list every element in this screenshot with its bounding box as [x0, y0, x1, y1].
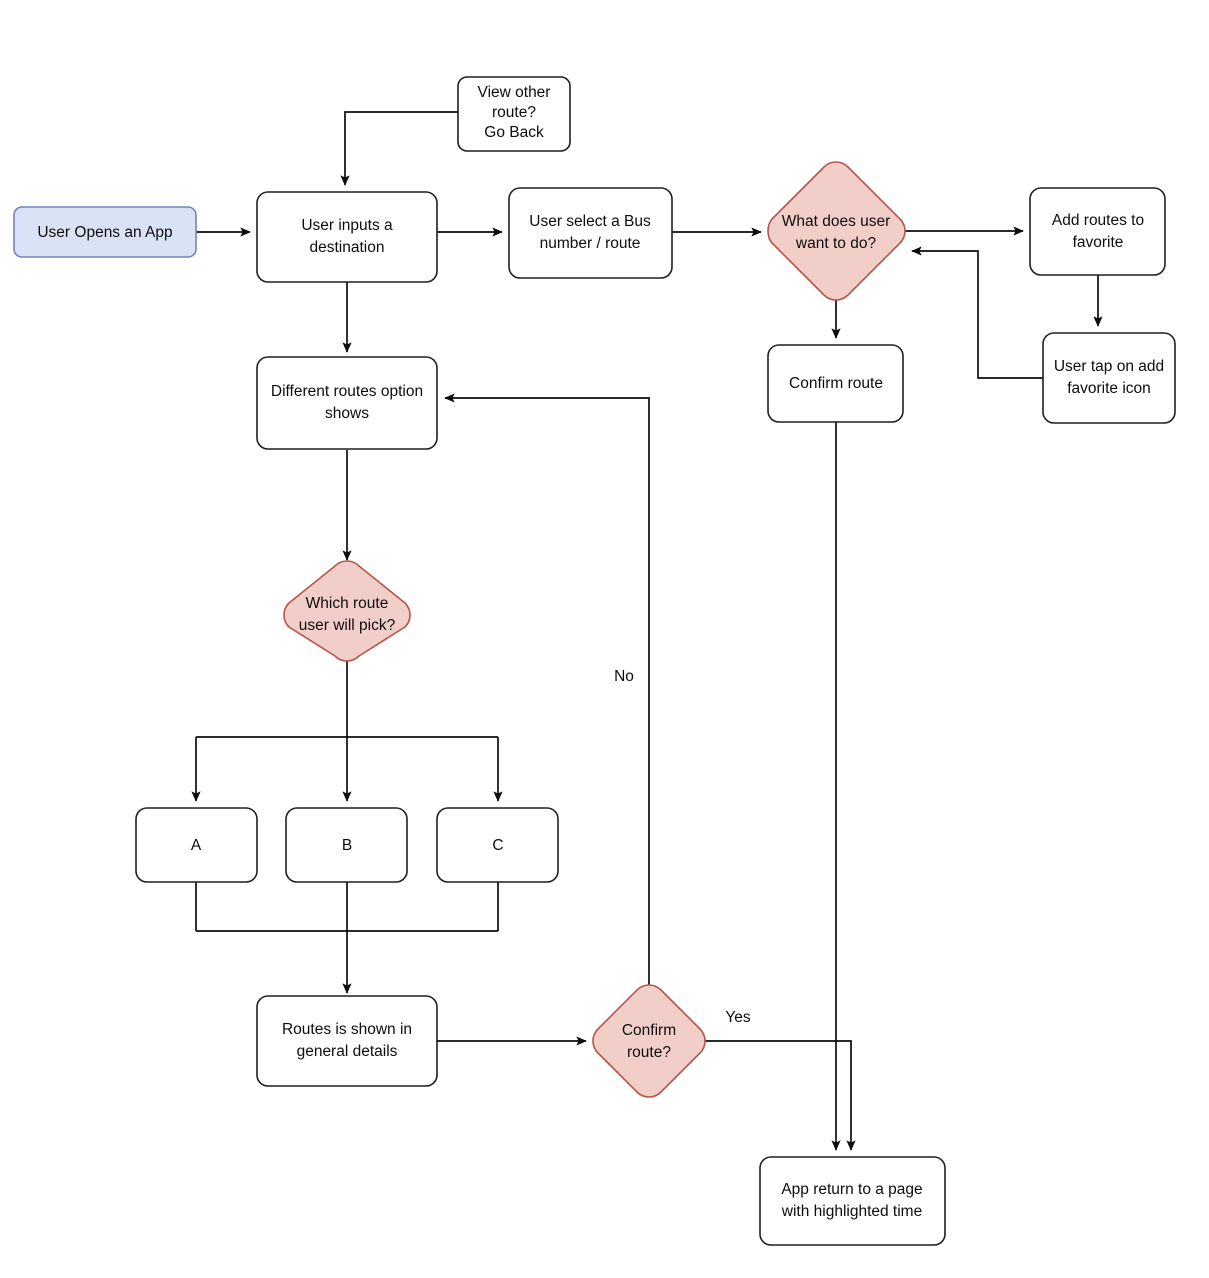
node-tap-favorite-icon[interactable]: User tap on add favorite icon [1042, 332, 1176, 424]
node-confirm-route-question[interactable]: Confirm route? [592, 984, 706, 1098]
node-which-route-pick-label-line-1: user will pick? [299, 617, 396, 634]
node-start[interactable]: User Opens an App [13, 206, 197, 258]
node-general-details-shape [256, 995, 438, 1087]
node-view-other-route-label-line-1: route? [492, 104, 536, 121]
node-general-details[interactable]: Routes is shown in general details [256, 995, 438, 1087]
node-confirm-route-label-line-0: Confirm route [789, 375, 883, 392]
node-add-routes-favorite-label-line-1: favorite [1073, 234, 1124, 251]
node-input-destination-shape [256, 191, 438, 283]
node-view-other-route-label-line-2: Go Back [484, 124, 544, 141]
node-tap-favorite-icon-label-line-0: User tap on add [1054, 358, 1164, 375]
flowchart-canvas: User Opens an App View other route? Go B… [0, 0, 1209, 1278]
node-general-details-label-line-1: general details [297, 1043, 398, 1060]
node-what-does-user-want-shape [767, 161, 906, 301]
node-what-does-user-want-label-line-1: want to do? [795, 235, 877, 252]
edge-label-yes: Yes [725, 1009, 751, 1026]
node-input-destination-label-line-1: destination [310, 239, 385, 256]
node-view-other-route-label-line-0: View other [478, 84, 551, 101]
edge-view-other-to-input-dest [340, 111, 458, 186]
node-input-destination-label-line-0: User inputs a [301, 217, 393, 234]
node-route-b-label: B [342, 837, 352, 854]
node-which-route-pick[interactable]: Which route user will pick? [283, 560, 411, 662]
edge-confirm-q-no-to-routes-option [444, 393, 650, 985]
edge-label-no: No [614, 668, 634, 685]
node-select-bus-shape [508, 187, 673, 279]
node-confirm-route-question-label-line-1: route? [627, 1044, 671, 1061]
node-route-b[interactable]: B [285, 807, 408, 883]
node-app-return-label-line-1: with highlighted time [781, 1203, 922, 1220]
node-route-a[interactable]: A [135, 807, 258, 883]
node-add-routes-favorite-label-line-0: Add routes to [1052, 212, 1144, 229]
node-select-bus[interactable]: User select a Bus number / route [508, 187, 673, 279]
node-general-details-label-line-0: Routes is shown in [282, 1021, 412, 1038]
node-add-routes-favorite-shape [1029, 187, 1166, 276]
node-view-other-route[interactable]: View other route? Go Back [457, 76, 571, 152]
node-what-does-user-want[interactable]: What does user want to do? [767, 161, 906, 301]
node-routes-option-shows-shape [256, 356, 438, 450]
node-select-bus-label-line-1: number / route [540, 235, 641, 252]
node-app-return-shape [759, 1156, 946, 1246]
node-add-routes-favorite[interactable]: Add routes to favorite [1029, 187, 1166, 276]
node-confirm-route[interactable]: Confirm route [767, 344, 904, 423]
node-confirm-route-question-shape [592, 984, 706, 1098]
node-what-does-user-want-label-line-0: What does user [782, 213, 891, 230]
edge-tap-fav-to-what-do [911, 246, 1043, 379]
node-routes-option-shows[interactable]: Different routes option shows [256, 356, 438, 450]
node-input-destination[interactable]: User inputs a destination [256, 191, 438, 283]
node-route-c[interactable]: C [436, 807, 559, 883]
flowchart-svg: User Opens an App View other route? Go B… [13, 76, 1176, 1246]
node-app-return[interactable]: App return to a page with highlighted ti… [759, 1156, 946, 1246]
node-routes-option-shows-label-line-0: Different routes option [271, 383, 423, 400]
node-which-route-pick-label-line-0: Which route [306, 595, 389, 612]
node-start-label-line-0: User Opens an App [37, 224, 172, 241]
node-routes-option-shows-label-line-1: shows [325, 405, 369, 422]
node-app-return-label-line-0: App return to a page [781, 1181, 922, 1198]
edge-confirm-q-yes-to-app-return [705, 1040, 856, 1151]
node-route-c-label: C [492, 837, 503, 854]
node-tap-favorite-icon-shape [1042, 332, 1176, 424]
node-route-a-label: A [191, 837, 202, 854]
node-select-bus-label-line-0: User select a Bus [529, 213, 651, 230]
node-confirm-route-question-label-line-0: Confirm [622, 1022, 676, 1039]
node-tap-favorite-icon-label-line-1: favorite icon [1067, 380, 1151, 397]
